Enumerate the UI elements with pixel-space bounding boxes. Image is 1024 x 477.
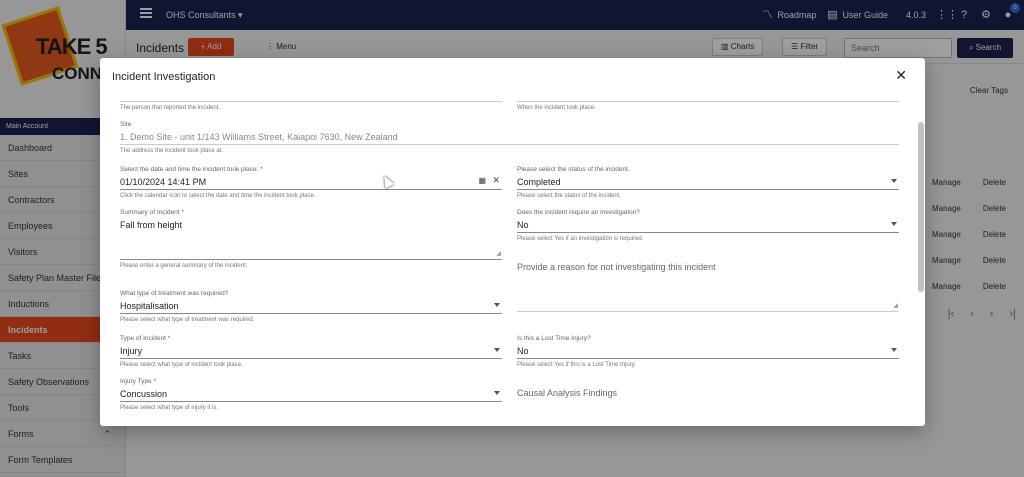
injury-type-select[interactable]: Injury Type * Concussion Please select w… xyxy=(120,378,502,411)
treatment-select[interactable]: What type of treatment was required? Hos… xyxy=(120,290,502,323)
incident-time-field[interactable]: When the incident took place. xyxy=(517,90,899,111)
incident-type-select[interactable]: Type of Incident * Injury Please select … xyxy=(120,335,502,368)
investigation-select[interactable]: Does the incident require an investigati… xyxy=(517,209,899,242)
reason-textarea[interactable]: Provide a reason for not investigating t… xyxy=(517,262,899,312)
dropdown-arrow-icon xyxy=(891,348,897,352)
summary-value: Fall from height xyxy=(120,220,183,230)
treatment-hint: Please select what type of treatment was… xyxy=(120,317,255,323)
dropdown-arrow-icon xyxy=(494,391,500,395)
reporter-field[interactable]: The person that reported the incident. xyxy=(120,90,502,111)
incident-type-value: Injury xyxy=(120,346,143,356)
date-value: 01/10/2024 14:41 PM xyxy=(120,177,207,187)
reason-placeholder: Provide a reason for not investigating t… xyxy=(517,262,716,272)
incident-type-label: Type of Incident * xyxy=(120,335,171,342)
status-label: Please select the status of the incident… xyxy=(517,166,630,173)
status-hint: Please select the status of the incident… xyxy=(517,193,622,199)
dialog-body: The person that reported the incident. W… xyxy=(100,90,925,426)
injury-type-hint: Please select what type of injury it is. xyxy=(120,405,219,411)
investigation-label: Does the incident require an investigati… xyxy=(517,209,640,216)
injury-type-label: Injury Type * xyxy=(120,378,157,385)
date-hint: Click the calendar icon to select the da… xyxy=(120,193,316,199)
lti-value: No xyxy=(517,346,529,356)
resize-handle-icon[interactable]: ◢ xyxy=(496,250,501,257)
clear-icon[interactable]: ✕ xyxy=(492,175,500,186)
site-hint: The address the incident took place at. xyxy=(120,148,224,154)
summary-hint: Please enter a general summary of the in… xyxy=(120,263,248,269)
incident-date-field[interactable]: Select the date and time the incident to… xyxy=(120,166,502,199)
status-select[interactable]: Please select the status of the incident… xyxy=(517,166,899,199)
lost-time-injury-select[interactable]: Is this a Lost Time Injury? No Please se… xyxy=(517,335,899,368)
incident-investigation-dialog: Incident Investigation ✕ The person that… xyxy=(100,58,925,426)
close-icon[interactable]: ✕ xyxy=(895,67,907,84)
site-label: Site xyxy=(120,121,132,128)
dropdown-arrow-icon xyxy=(494,303,500,307)
injury-type-value: Concussion xyxy=(120,389,168,399)
summary-textarea[interactable]: Summary of Incident * Fall from height ◢… xyxy=(120,209,502,269)
dropdown-arrow-icon xyxy=(891,179,897,183)
calendar-icon[interactable]: ▦ xyxy=(478,176,486,185)
treatment-label: What type of treatment was required? xyxy=(120,290,229,297)
site-field[interactable]: Site 1. Demo Site - unit 1/143 Williams … xyxy=(120,121,899,154)
dropdown-arrow-icon xyxy=(891,222,897,226)
investigation-value: No xyxy=(517,220,529,230)
treatment-value: Hospitalisation xyxy=(120,301,179,311)
lti-hint: Please select Yes if this is a Lost Time… xyxy=(517,362,636,368)
dialog-title: Incident Investigation xyxy=(112,71,216,83)
site-value: 1. Demo Site - unit 1/143 Williams Stree… xyxy=(120,132,398,142)
resize-handle-icon[interactable]: ◢ xyxy=(893,302,898,309)
reporter-hint: The person that reported the incident. xyxy=(120,105,221,111)
causal-analysis-field[interactable]: Causal Analysis Findings xyxy=(517,388,899,398)
status-value: Completed xyxy=(517,177,561,187)
lti-label: Is this a Lost Time Injury? xyxy=(517,335,591,342)
investigation-hint: Please select Yes if an investigation is… xyxy=(517,236,644,242)
causal-analysis-label: Causal Analysis Findings xyxy=(517,388,618,398)
dialog-scrollbar[interactable] xyxy=(918,122,924,292)
incident-time-hint: When the incident took place. xyxy=(517,105,596,111)
date-label: Select the date and time the incident to… xyxy=(120,166,263,173)
incident-type-hint: Please select what type of incident took… xyxy=(120,362,243,368)
dropdown-arrow-icon xyxy=(494,348,500,352)
summary-label: Summary of Incident * xyxy=(120,209,184,216)
